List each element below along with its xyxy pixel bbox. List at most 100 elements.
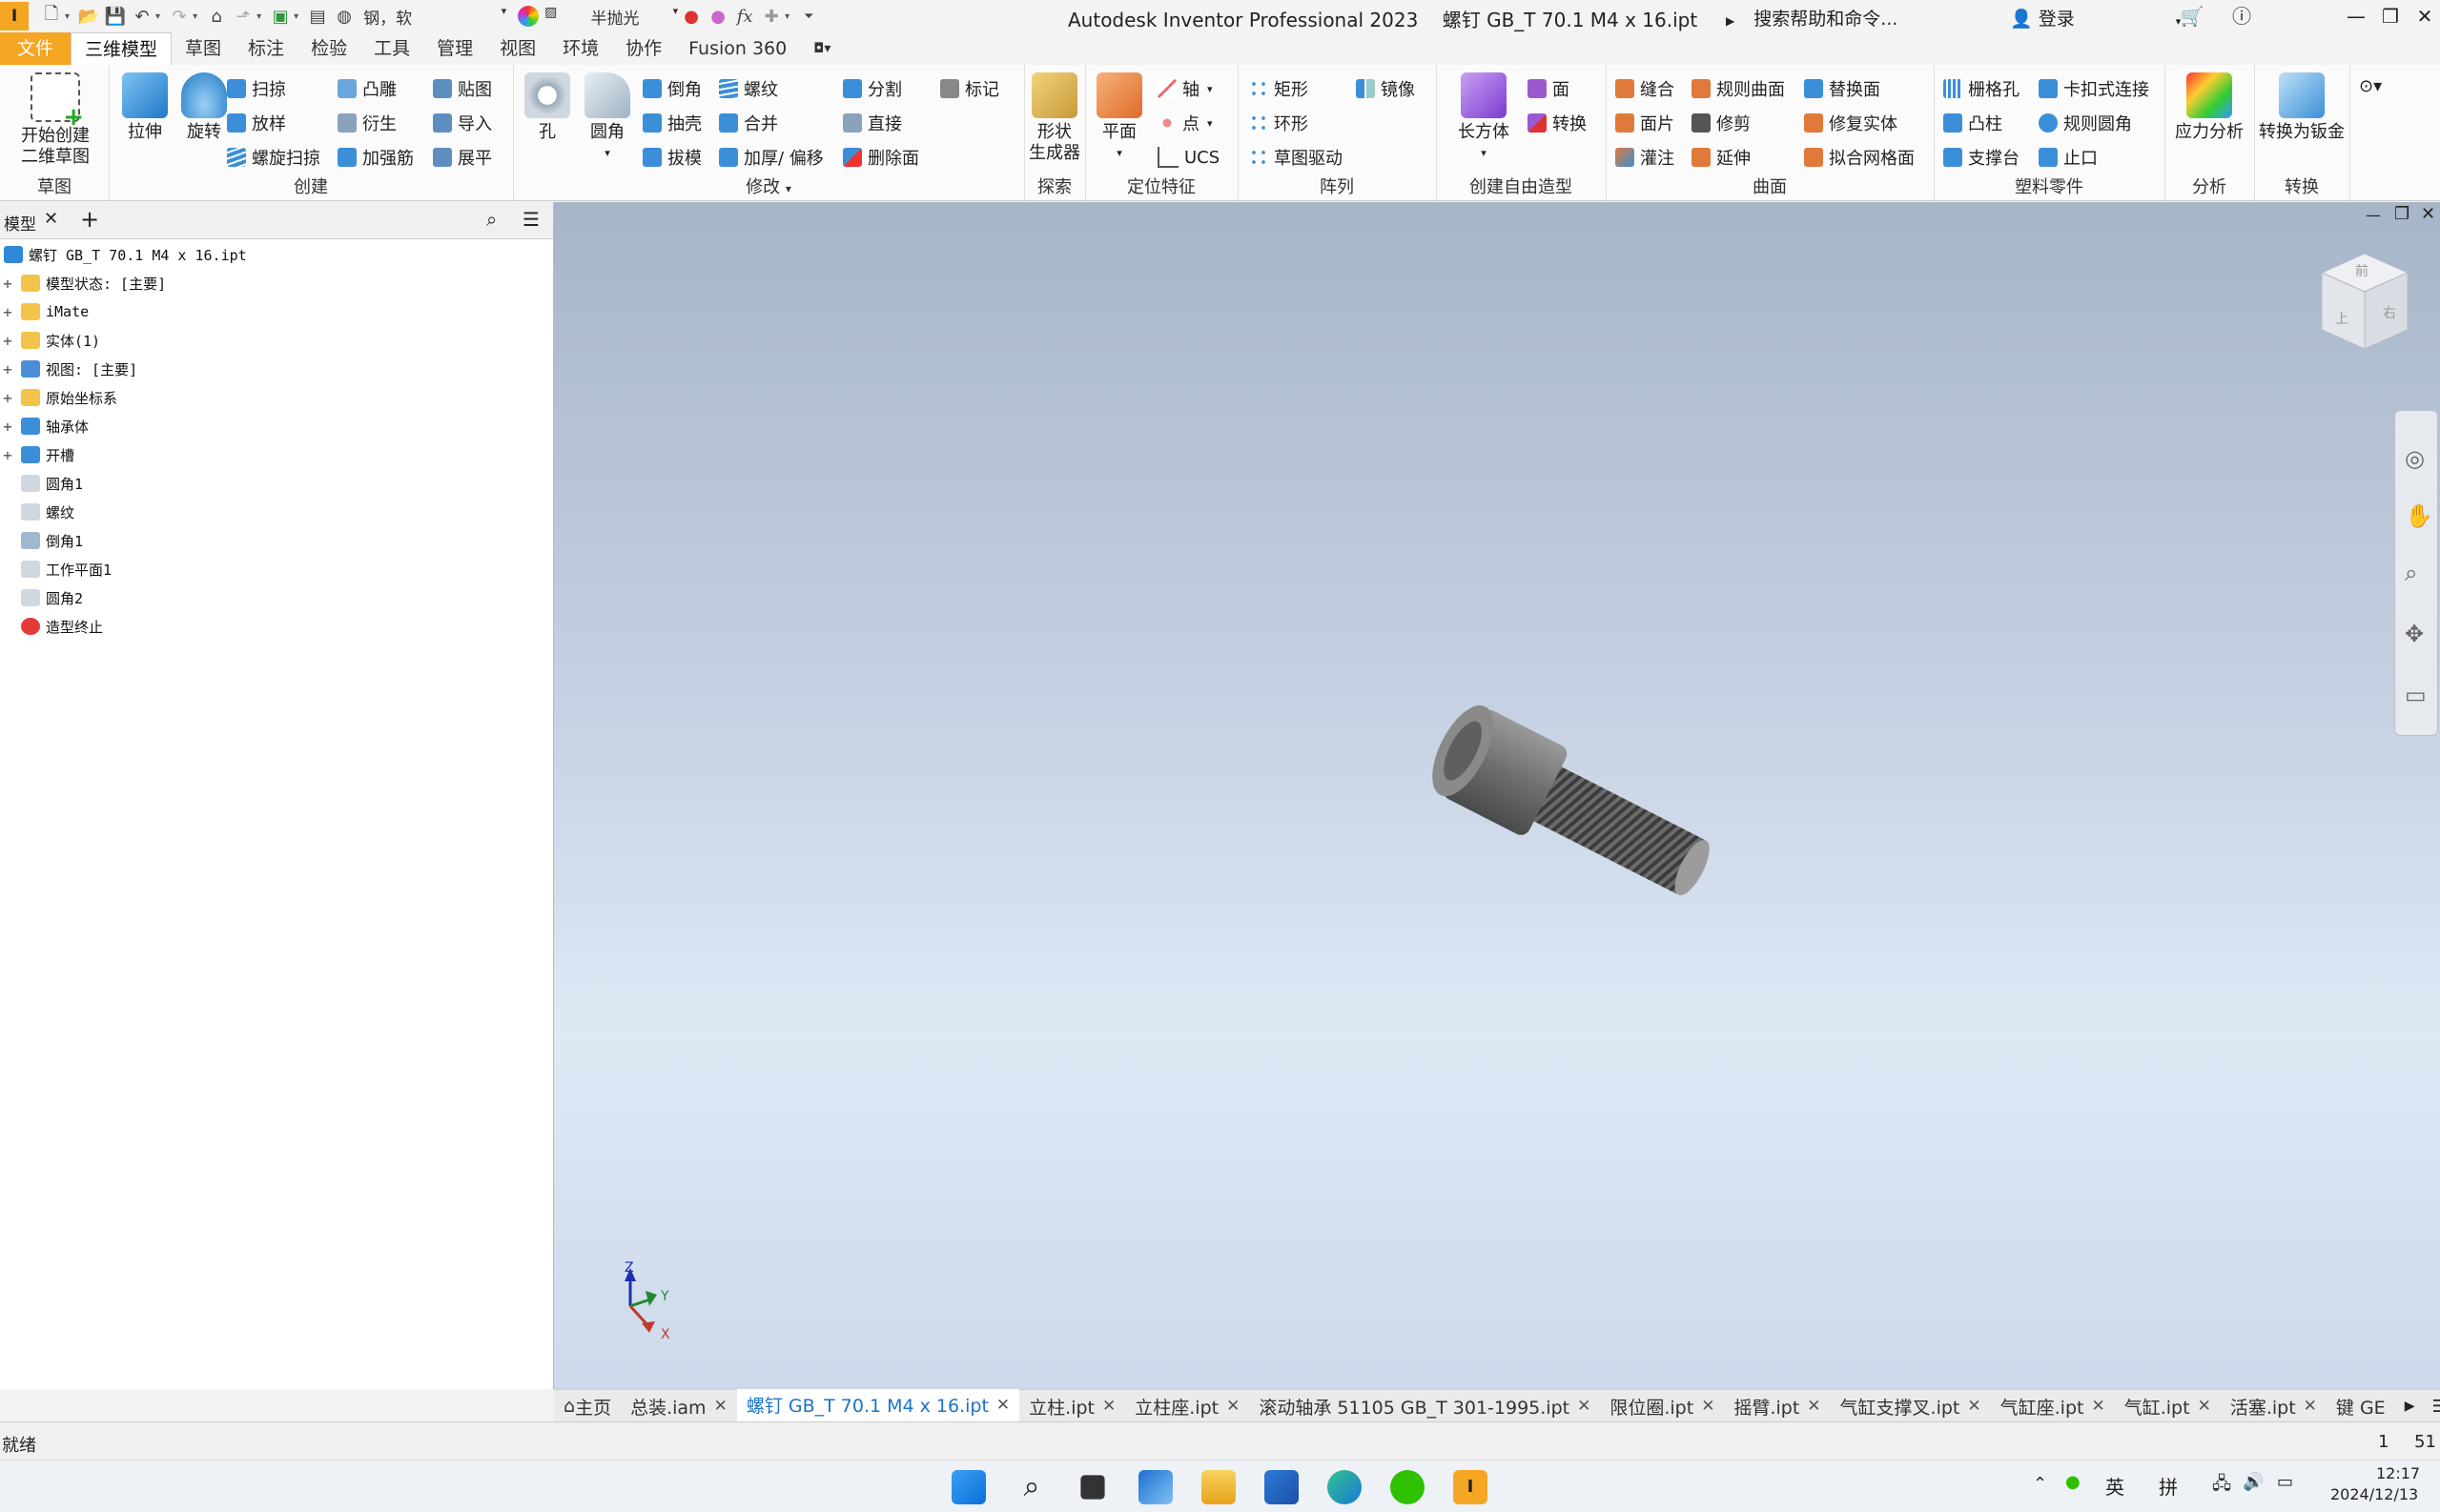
windows-start-icon[interactable]	[952, 1470, 986, 1504]
viewport-restore-icon[interactable]: ❐	[2394, 204, 2409, 224]
axis-button[interactable]: 轴 ▾	[1158, 74, 1213, 103]
document-tab[interactable]: 滚动轴承 51105 GB_T 301-1995.ipt ✕	[1249, 1390, 1600, 1422]
clear-appearance-icon[interactable]: ●	[705, 4, 731, 29]
inventor-taskbar-icon[interactable]: I	[1453, 1470, 1487, 1504]
document-tab-close-icon[interactable]: ✕	[1807, 1397, 1820, 1416]
browser-search-icon[interactable]: ⌕	[486, 208, 497, 231]
grill-button[interactable]: 栅格孔	[1943, 74, 2020, 103]
store-icon[interactable]	[1264, 1470, 1299, 1504]
document-tab[interactable]: 气缸座.ipt ✕	[1991, 1390, 2115, 1422]
unfold-button[interactable]: 展平	[433, 143, 492, 172]
graphics-viewport[interactable]: 前 上 右 — ❐ ✕ ◎ ✋ ⌕ ✥ ▭ Z Y X	[554, 202, 2440, 1389]
restore-icon[interactable]: ❐	[2374, 2, 2407, 31]
pan-icon[interactable]: ✋	[2405, 502, 2433, 529]
tabs-menu-icon[interactable]: ☰	[2424, 1397, 2440, 1417]
ucs-button[interactable]: UCS	[1158, 143, 1220, 172]
document-tab[interactable]: 活塞.ipt ✕	[2221, 1390, 2327, 1422]
thread-button[interactable]: 螺纹	[719, 74, 778, 103]
add-icon[interactable]: ✚	[758, 4, 785, 29]
document-tab[interactable]: 立柱.ipt ✕	[1019, 1390, 1125, 1422]
ruled-surface-button[interactable]: 规则曲面	[1692, 74, 1785, 103]
decal-button[interactable]: 贴图	[433, 74, 492, 103]
thicken-button[interactable]: 加厚/ 偏移	[719, 143, 824, 172]
ime-mode[interactable]: 拼	[2159, 1472, 2178, 1500]
inventor-logo[interactable]: I	[0, 2, 29, 31]
stitch-button[interactable]: 缝合	[1615, 74, 1674, 103]
save-icon[interactable]: 💾	[102, 4, 129, 29]
edge-icon[interactable]	[1327, 1470, 1362, 1504]
document-tab[interactable]: 总装.iam ✕	[621, 1390, 737, 1422]
cart-icon[interactable]: 🛒	[2176, 2, 2208, 31]
document-tab-close-icon[interactable]: ✕	[2304, 1397, 2317, 1416]
box-button[interactable]: 长方体 ▾	[1449, 72, 1518, 164]
rib-button[interactable]: 加强筋	[338, 143, 414, 172]
expand-icon[interactable]: +	[0, 389, 15, 407]
customize-qat-icon[interactable]: ⏷	[795, 4, 822, 29]
tree-item[interactable]: 圆角2	[0, 583, 83, 612]
stress-analysis-button[interactable]: 应力分析	[2168, 72, 2250, 143]
tree-item[interactable]: + 实体(1)	[0, 326, 100, 355]
tab-annotate[interactable]: 标注	[235, 32, 297, 65]
document-tab-close-icon[interactable]: ✕	[1967, 1397, 1980, 1416]
redo-icon[interactable]: ↷	[166, 4, 193, 29]
extrude-button[interactable]: 拉伸	[116, 72, 174, 143]
document-tab-close-icon[interactable]: ✕	[2091, 1397, 2104, 1416]
wechat-icon[interactable]	[1390, 1470, 1425, 1504]
expand-icon[interactable]: +	[0, 446, 15, 464]
undo-icon[interactable]: ↶	[129, 4, 155, 29]
modify-group-label[interactable]: 修改 ▾	[513, 174, 1024, 198]
browser-close-icon[interactable]: ✕	[44, 209, 58, 229]
shape-generator-button[interactable]: 形状 生成器	[1026, 72, 1083, 164]
rect-pattern-button[interactable]: 矩形	[1249, 74, 1308, 103]
tab-fusion-360[interactable]: Fusion 360	[675, 32, 800, 65]
hole-button[interactable]: 孔	[521, 72, 574, 143]
tab-sketch[interactable]: 草图	[172, 32, 235, 65]
browser-menu-icon[interactable]: ☰	[523, 208, 540, 231]
mirror-button[interactable]: 镜像	[1356, 74, 1415, 103]
shell-button[interactable]: 抽壳	[643, 109, 702, 137]
tabs-scroll-right-icon[interactable]: ▶	[2395, 1399, 2425, 1414]
material-select[interactable]: 钢，软 ▾	[363, 5, 506, 29]
document-tab[interactable]: 摇臂.ipt ✕	[1724, 1390, 1830, 1422]
derive-button[interactable]: 衍生	[338, 109, 397, 137]
ribbon-options-icon[interactable]: ⊙▾	[2359, 76, 2382, 96]
select-icon[interactable]: ⬏	[230, 4, 256, 29]
tab-tools[interactable]: 工具	[360, 32, 423, 65]
expand-icon[interactable]: +	[0, 275, 15, 293]
coil-button[interactable]: 螺旋扫掠	[227, 143, 320, 172]
document-tab[interactable]: 限位圈.ipt ✕	[1600, 1390, 1724, 1422]
open-icon[interactable]: 📂	[75, 4, 102, 29]
plane-button[interactable]: 平面 ▾	[1091, 72, 1148, 164]
document-tab-close-icon[interactable]: ✕	[1226, 1397, 1240, 1416]
document-tab-close-icon[interactable]: ✕	[1701, 1397, 1714, 1416]
snap-fit-button[interactable]: 卡扣式连接	[2039, 74, 2149, 103]
network-icon[interactable]: 🖧	[2212, 1472, 2231, 1501]
document-tab-close-icon[interactable]: ✕	[996, 1396, 1010, 1415]
battery-icon[interactable]: ▭	[2277, 1472, 2293, 1492]
tab-manage[interactable]: 管理	[423, 32, 486, 65]
clock-date[interactable]: 2024/12/13	[2330, 1485, 2418, 1503]
tab-collaborate[interactable]: 协作	[612, 32, 675, 65]
tree-root[interactable]: 螺钉 GB_T 70.1 M4 x 16.ipt	[0, 240, 247, 269]
tab-3d-model[interactable]: 三维模型	[71, 32, 173, 65]
volume-icon[interactable]: 🔊	[2243, 1472, 2264, 1492]
close-icon[interactable]: ✕	[2409, 2, 2440, 31]
circ-pattern-button[interactable]: 环形	[1249, 109, 1308, 137]
tree-item[interactable]: + 开槽	[0, 440, 74, 469]
document-tab[interactable]: 气缸支撑叉.ipt ✕	[1831, 1390, 1991, 1422]
chamfer-button[interactable]: 倒角	[643, 74, 702, 103]
viewport-minimize-icon[interactable]: —	[2366, 206, 2381, 224]
document-tab-close-icon[interactable]: ✕	[2198, 1397, 2211, 1416]
sketch-driven-button[interactable]: 草图驱动	[1249, 143, 1343, 172]
convert-sheet-metal-button[interactable]: 转换为钣金	[2254, 72, 2349, 143]
search-icon[interactable]: ⌕	[1015, 1470, 1049, 1504]
ime-lang[interactable]: 英	[2105, 1472, 2124, 1500]
start-2d-sketch-button[interactable]: + 开始创建 二维草图	[6, 72, 105, 168]
viewport-close-icon[interactable]: ✕	[2421, 204, 2435, 224]
boss-button[interactable]: 凸柱	[1943, 109, 2002, 137]
home-icon[interactable]: ⌂	[203, 4, 230, 29]
tray-wechat-icon[interactable]: ●	[2065, 1472, 2081, 1492]
document-tab[interactable]: ⌂ 主页	[554, 1390, 621, 1422]
patch-button[interactable]: 面片	[1615, 109, 1674, 137]
help-search-box[interactable]: ▶ 搜索帮助和命令...	[1726, 5, 1897, 31]
